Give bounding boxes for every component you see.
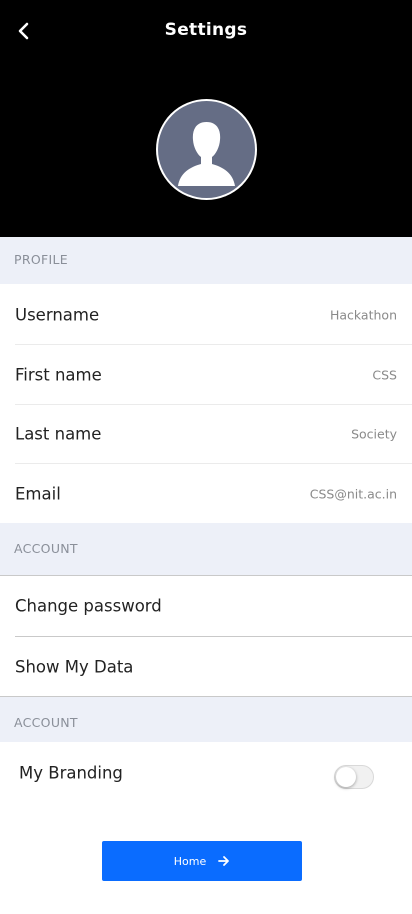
home-button-label: Home	[173, 854, 207, 868]
my-branding-toggle[interactable]	[334, 765, 374, 789]
change-password-label: Change password	[15, 596, 162, 616]
last-name-value: Society	[351, 426, 397, 441]
my-branding-label: My Branding	[19, 763, 123, 783]
first-name-value: CSS	[372, 367, 397, 382]
email-row[interactable]: Email CSS@nit.ac.in	[0, 464, 412, 523]
account-section-label: ACCOUNT	[14, 541, 78, 556]
arrow-right-icon	[218, 855, 230, 867]
username-row[interactable]: Username Hackathon	[0, 285, 412, 344]
username-label: Username	[15, 305, 100, 324]
account-section-label-2: ACCOUNT	[14, 715, 78, 730]
last-name-row[interactable]: Last name Society	[0, 404, 412, 463]
profile-section-header: PROFILE	[0, 237, 412, 284]
show-my-data-row[interactable]: Show My Data	[0, 637, 412, 696]
first-name-label: First name	[15, 365, 102, 384]
change-password-row[interactable]: Change password	[0, 576, 412, 636]
email-value: CSS@nit.ac.in	[309, 486, 397, 501]
account-section-header: ACCOUNT	[0, 523, 412, 575]
toggle-knob	[336, 767, 356, 787]
header-bar: Settings	[0, 0, 412, 237]
account-section-header-2: ACCOUNT	[0, 697, 412, 742]
user-silhouette-icon	[178, 122, 235, 186]
last-name-label: Last name	[15, 424, 102, 443]
username-value: Hackathon	[329, 307, 397, 322]
avatar[interactable]	[156, 99, 257, 200]
show-my-data-label: Show My Data	[15, 657, 134, 676]
email-label: Email	[15, 484, 61, 503]
first-name-row[interactable]: First name CSS	[0, 345, 412, 404]
page-title: Settings	[164, 20, 248, 40]
profile-section-label: PROFILE	[14, 252, 68, 267]
home-button[interactable]: Home	[102, 841, 302, 881]
